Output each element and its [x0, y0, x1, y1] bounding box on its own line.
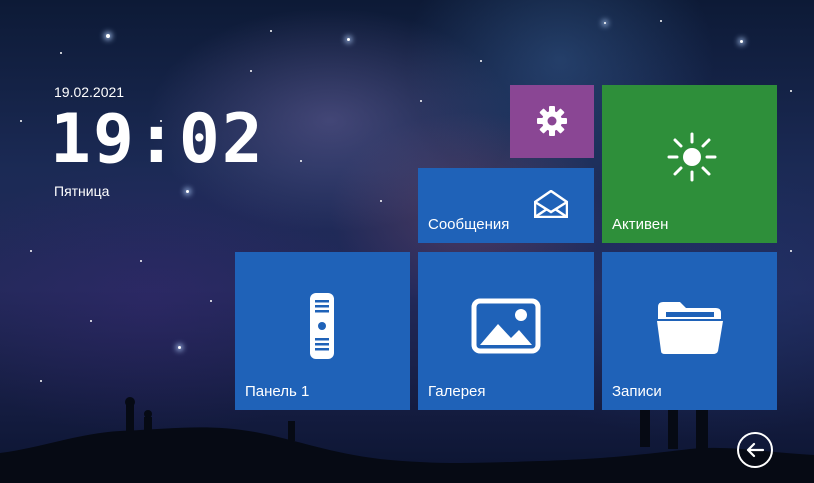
records-tile[interactable]: Записи: [602, 252, 777, 410]
date-text: 19.02.2021: [54, 84, 125, 100]
back-arrow-icon: [746, 442, 765, 458]
image-icon: [471, 298, 541, 354]
messages-label: Сообщения: [428, 216, 510, 233]
gallery-label: Галерея: [428, 383, 486, 400]
records-label: Записи: [612, 383, 662, 400]
home-screen: 19.02.2021 19:02 Пятница Сообщения Актив…: [0, 0, 814, 483]
weekday-text: Пятница: [54, 183, 110, 199]
clock-time: 19:02: [50, 100, 265, 179]
active-tile[interactable]: Активен: [602, 85, 777, 243]
folder-icon: [657, 302, 723, 354]
settings-tile[interactable]: [510, 85, 594, 158]
gear-icon: [537, 106, 567, 136]
active-label: Активен: [612, 216, 669, 233]
envelope-icon: [534, 190, 568, 218]
panel-tile[interactable]: Панель 1: [235, 252, 410, 410]
door-panel-icon: [310, 293, 334, 359]
back-button[interactable]: [737, 432, 773, 468]
panel-label: Панель 1: [245, 383, 310, 400]
messages-tile[interactable]: Сообщения: [418, 168, 594, 243]
sun-icon: [667, 132, 717, 182]
gallery-tile[interactable]: Галерея: [418, 252, 594, 410]
